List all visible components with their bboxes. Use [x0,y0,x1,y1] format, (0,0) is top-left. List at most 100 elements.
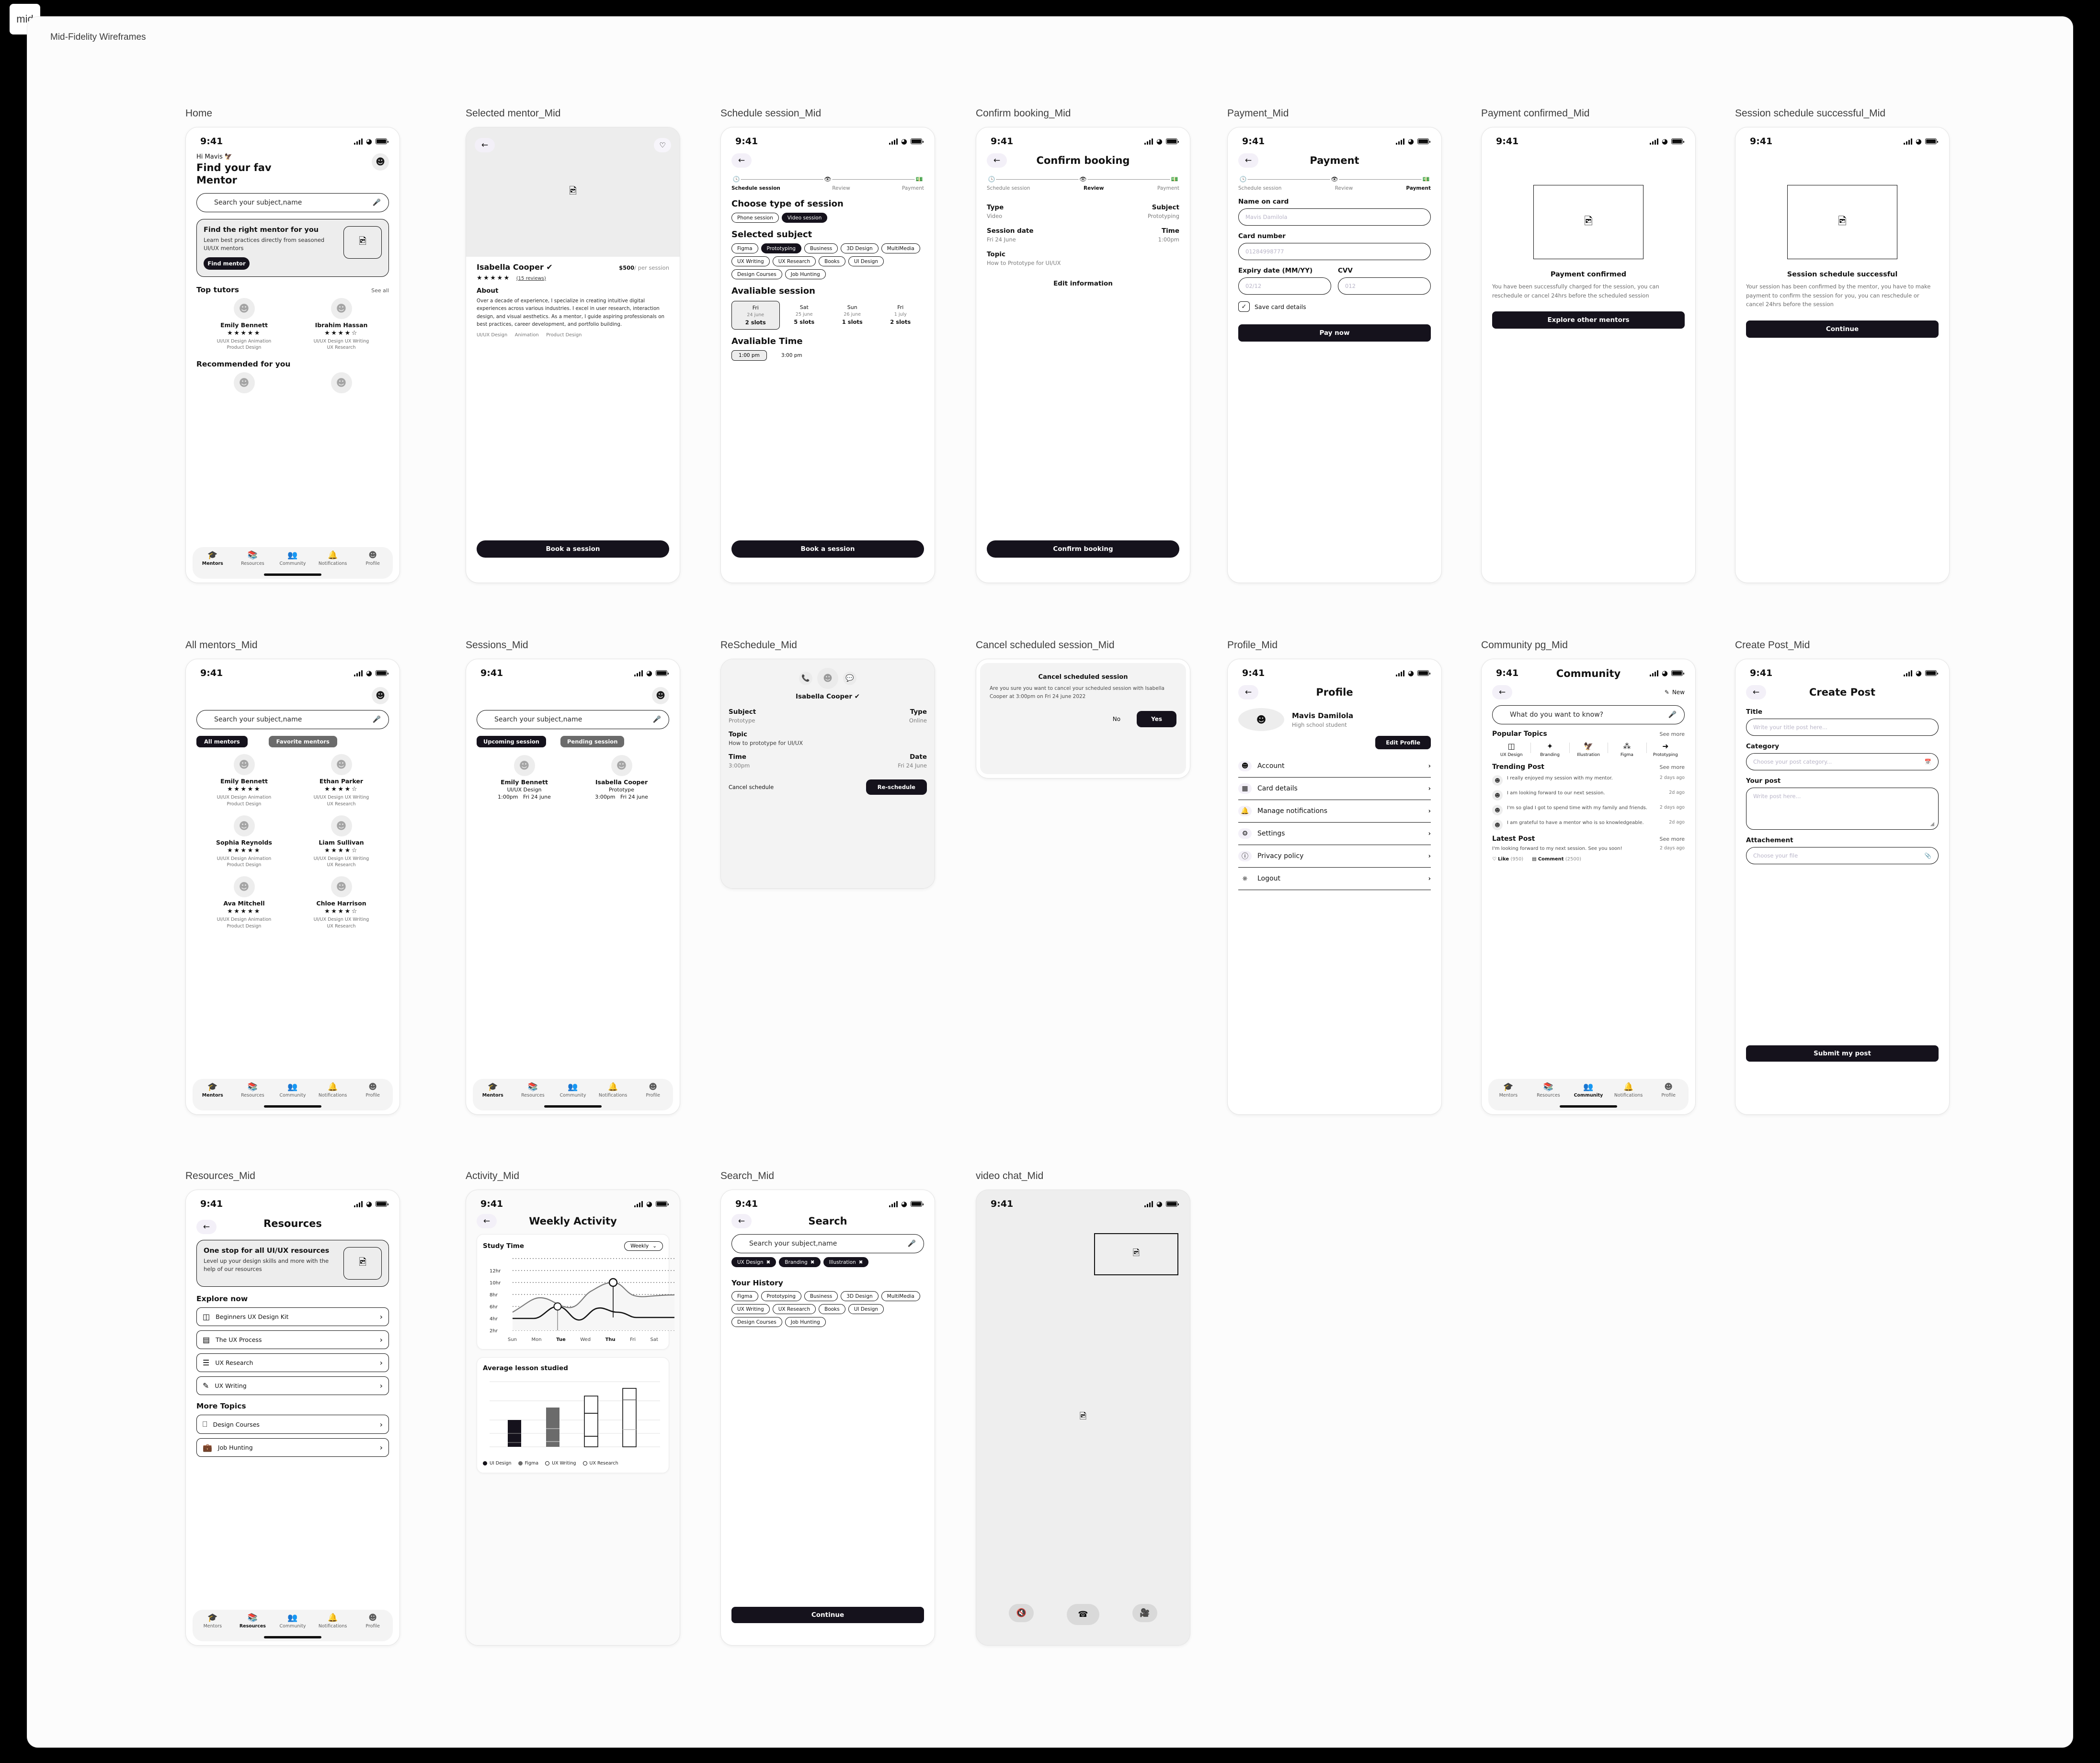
see-more-link[interactable]: See more [1659,836,1685,842]
resource-item[interactable]: ◫ Beginners UX Design Kit › [196,1307,389,1326]
tab-profile[interactable]: ☻ Profile [353,1083,393,1098]
subject-chip[interactable]: Job Hunting [785,269,826,279]
paperclip-icon[interactable]: 📎 [1925,852,1931,859]
slot-option[interactable]: Fri 1 july 2 slots [877,301,924,330]
no-button[interactable]: No [1113,716,1120,722]
continue-button[interactable]: Continue [731,1607,924,1623]
submit-post-button[interactable]: Submit my post [1746,1045,1939,1062]
tab-notifications[interactable]: 🔔 Notifications [1609,1083,1649,1098]
confirm-booking-button[interactable]: Confirm booking [987,540,1179,558]
tab-notifications[interactable]: 🔔 Notifications [313,1614,353,1629]
tab-mentors[interactable]: 🎓 Mentors [1488,1083,1529,1098]
session-type-video[interactable]: Video session [781,213,828,223]
subject-chip[interactable]: UX Research [772,256,816,266]
history-chip[interactable]: MultiMedia [881,1291,920,1301]
mic-off-icon[interactable]: 🔇 [1009,1604,1034,1622]
trending-post[interactable]: ☻ I'm so glad I got to spend time with my… [1492,805,1685,816]
see-all-link[interactable]: See all [371,287,389,294]
subject-chip[interactable]: Figma [731,243,758,253]
see-more-link[interactable]: See more [1659,731,1685,737]
filter-favorite-mentors[interactable]: Favorite mentors [268,736,337,747]
subject-chip[interactable]: Prototyping [761,243,801,253]
community-search-input[interactable]: What do you want to know? 🎤 [1492,705,1685,724]
resource-item[interactable]: ▤ The UX Process › [196,1330,389,1349]
back-button[interactable]: ← [1492,685,1512,699]
mic-icon[interactable]: 🎤 [908,1240,916,1248]
topic-ux-design[interactable]: ◫ UX Design [1492,742,1530,757]
history-chip[interactable]: Figma [731,1291,758,1301]
avatar[interactable]: ☻ [372,687,389,704]
see-more-link[interactable]: See more [1659,764,1685,770]
session-type-phone[interactable]: Phone session [731,213,779,223]
close-icon[interactable]: ✖ [810,1259,815,1265]
tab-resources[interactable]: 📚 Resources [233,1614,273,1629]
name-on-card-field[interactable]: Mavis Damilola [1238,208,1431,226]
mentor-card[interactable]: ☻ [196,372,292,396]
filter-all-mentors[interactable]: All mentors [196,736,248,747]
topic-illustration[interactable]: 🦅 Illustration [1569,742,1608,757]
new-post-button[interactable]: ✎ New [1665,689,1685,696]
trending-post[interactable]: ☻ I am grateful to have a mentor who is s… [1492,820,1685,831]
back-button[interactable]: ← [731,153,752,168]
menu-item-notifications[interactable]: 🔔 Manage notifications › [1238,800,1431,823]
cvv-field[interactable]: 012 [1338,277,1431,295]
history-chip[interactable]: Prototyping [761,1291,801,1301]
trending-post[interactable]: ☻ I really enjoyed my session with my men… [1492,775,1685,786]
tab-mentors[interactable]: 🎓 Mentors [473,1083,513,1098]
resource-item[interactable]: ⎕ Design Courses › [196,1415,389,1434]
mic-icon[interactable]: 🎤 [1668,711,1677,719]
attachment-field[interactable]: Choose your file 📎 [1746,847,1939,864]
mentor-card[interactable]: ☻ Ibrahim Hassan ★★★★☆ UI/UX Design UX W… [294,298,389,352]
filter-pending[interactable]: Pending session [560,736,625,747]
slot-option[interactable]: Fri 24 june 2 slots [731,301,780,330]
session-card[interactable]: ☻ Emily Bennett UI/UX Design 1:00pm Fri 24 … [477,755,572,800]
mentor-card[interactable]: ☻ Emily Bennett ★★★★★ UI/UX Design Anima… [196,298,292,352]
search-input[interactable]: Search your subject,name 🎤 [477,710,669,729]
tab-notifications[interactable]: 🔔 Notifications [593,1083,633,1098]
mentor-card[interactable]: ☻ Ethan Parker ★★★★☆ UI/UX Design UX Writin… [294,754,389,808]
card-number-field[interactable]: 01284998777 [1238,243,1431,260]
search-input[interactable]: Search your subject,name 🎤 [731,1234,924,1253]
like-button[interactable]: ♡ Like (950) [1492,857,1523,862]
cancel-schedule-button[interactable]: Cancel schedule [729,784,774,790]
expiry-field[interactable]: 02/12 [1238,277,1331,295]
avatar[interactable]: ☻ [372,153,389,171]
menu-item-logout[interactable]: ⎈ Logout › [1238,868,1431,890]
mentor-card[interactable]: ☻ Ava Mitchell ★★★★★ UI/UX Design Animation… [196,876,292,930]
tab-notifications[interactable]: 🔔 Notifications [313,1083,353,1098]
active-filter-chip[interactable]: UX Design ✖ [731,1257,776,1267]
yes-button[interactable]: Yes [1137,710,1176,727]
menu-item-account[interactable]: ☻ Account › [1238,755,1431,778]
session-card[interactable]: ☻ Isabella Cooper Prototype 3:00pm Fri 24 j… [574,755,669,800]
tab-resources[interactable]: 📚 Resources [233,1083,273,1098]
find-mentor-button[interactable]: Find mentor [204,257,250,270]
tab-resources[interactable]: 📚 Resources [513,1083,553,1098]
resize-handle-icon[interactable]: ◢ [1930,821,1934,827]
favorite-heart-icon[interactable]: ♡ [654,138,671,152]
mentor-card[interactable]: ☻ [294,372,389,396]
history-chip[interactable]: UI Design [848,1304,884,1314]
mic-icon[interactable]: 🎤 [373,716,381,723]
search-input[interactable]: Search your subject,name 🎤 [196,710,389,729]
trending-post[interactable]: ☻ I am looking forward to our next sessio… [1492,790,1685,801]
tab-resources[interactable]: 📚 Resources [233,551,273,566]
search-input[interactable]: Search your subject,name 🎤 [196,193,389,213]
tab-community[interactable]: 👥 Community [1568,1083,1609,1098]
mentor-card[interactable]: ☻ Chloe Harrison ★★★★☆ UI/UX Design UX Writ… [294,876,389,930]
avatar[interactable]: ☻ [652,687,669,704]
topic-figma[interactable]: ⁂ Figma [1608,742,1646,757]
active-filter-chip[interactable]: Illustration ✖ [823,1257,869,1267]
subject-chip[interactable]: Business [804,243,838,253]
tab-profile[interactable]: ☻ Profile [353,1614,393,1629]
mentor-card[interactable]: ☻ Emily Bennett ★★★★★ UI/UX Design Animatio… [196,754,292,808]
topic-branding[interactable]: ✦ Branding [1530,742,1569,757]
history-chip[interactable]: UX Research [772,1304,816,1314]
menu-item-card-details[interactable]: ▦ Card details › [1238,778,1431,800]
close-icon[interactable]: ✖ [859,1259,863,1265]
slot-option[interactable]: Sun 26 june 1 slots [829,301,876,330]
mic-icon[interactable]: 🎤 [373,199,381,206]
history-chip[interactable]: Job Hunting [785,1317,826,1327]
tab-mentors[interactable]: 🎓 Mentors [193,551,233,566]
history-chip[interactable]: UX Writing [731,1304,770,1314]
slot-option[interactable]: Sat 25 june 5 slots [781,301,828,330]
